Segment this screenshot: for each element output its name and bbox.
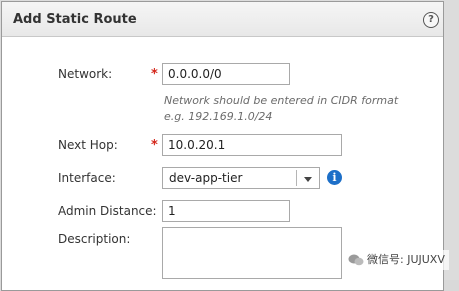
interface-label: Interface: [58,171,116,185]
help-icon[interactable]: ? [423,12,439,28]
description-label: Description: [58,232,131,246]
network-hint: Network should be entered in CIDR format… [164,93,398,125]
admin-distance-label: Admin Distance: [58,204,157,218]
description-textarea[interactable] [162,227,342,279]
network-input[interactable] [162,63,290,85]
add-static-route-dialog: Add Static Route ? Network: * Network sh… [1,1,444,291]
dialog-titlebar: Add Static Route ? [2,2,443,37]
next-hop-label: Next Hop: [58,138,118,152]
chevron-down-icon[interactable] [304,177,312,182]
network-hint-line1: Network should be entered in CIDR format [164,94,399,107]
interface-selected-value: dev-app-tier [169,171,243,185]
select-divider [296,170,297,186]
info-icon[interactable]: i [327,170,342,185]
dialog-title: Add Static Route [13,12,137,27]
wechat-icon [348,254,364,266]
network-label: Network: [58,67,113,81]
interface-select[interactable]: dev-app-tier [162,167,320,189]
watermark: 微信号: JUJUXV [344,250,449,270]
next-hop-input[interactable] [162,134,342,156]
next-hop-required-mark: * [151,138,158,153]
watermark-text: 微信号: JUJUXV [367,253,445,266]
admin-distance-input[interactable] [162,200,290,222]
network-required-mark: * [151,67,158,82]
network-hint-line2: e.g. 192.169.1.0/24 [164,110,273,123]
